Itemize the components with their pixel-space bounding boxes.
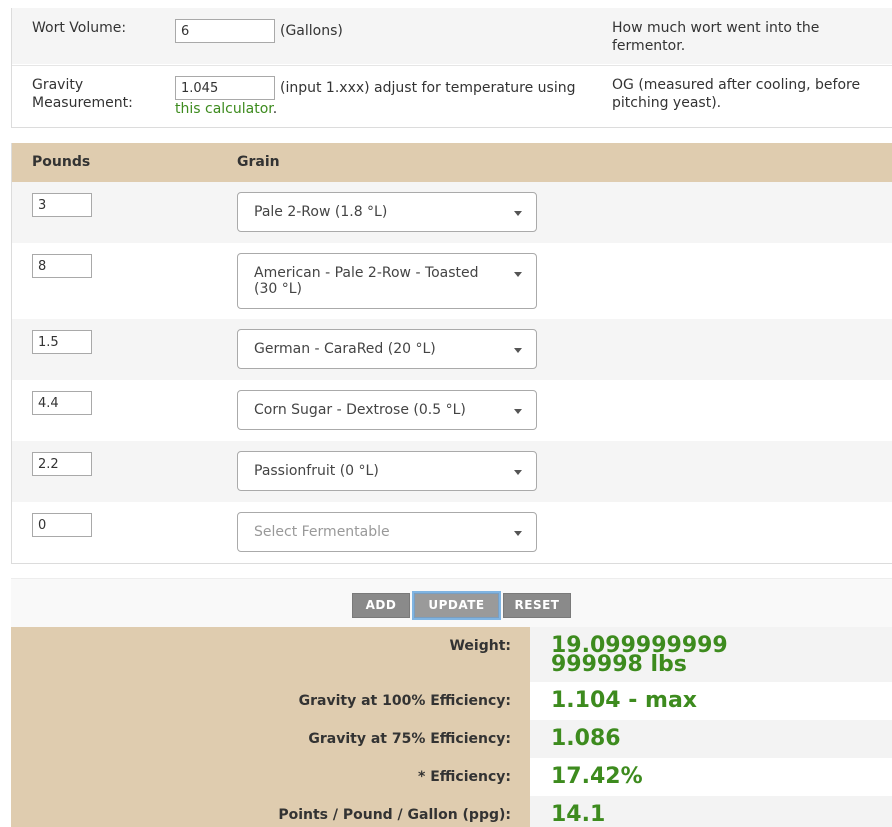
wort-volume-label: Wort Volume: (32, 20, 127, 36)
gravity-hint: (input 1.xxx) adjust for temperature usi… (280, 80, 576, 96)
wort-volume-input[interactable] (175, 19, 275, 43)
grain-bill-table: Pounds Grain Pale 2-Row (1.8 °L) America… (11, 143, 892, 564)
temperature-calculator-link[interactable]: this calculator (175, 101, 273, 117)
fermentable-select-value: Corn Sugar - Dextrose (0.5 °L) (254, 402, 466, 418)
fermentable-select-value: German - CaraRed (20 °L) (254, 341, 436, 357)
grain-column-header: Grain (237, 154, 280, 170)
calculator-link-suffix: . (272, 101, 278, 117)
chevron-down-icon (514, 409, 522, 414)
update-button[interactable]: UPDATE (414, 593, 499, 618)
pounds-input[interactable] (32, 254, 92, 278)
efficiency-label: * Efficiency: (418, 769, 511, 785)
gravity-100-label: Gravity at 100% Efficiency: (298, 693, 511, 709)
wort-volume-description: How much wort went into the fermentor. (612, 20, 820, 54)
grain-row: Corn Sugar - Dextrose (0.5 °L) (12, 380, 892, 441)
results-table: Weight: 19.099999999999998 lbs Gravity a… (11, 627, 892, 827)
gravity-description: OG (measured after cooling, before pitch… (612, 77, 861, 111)
gravity-75-value: 1.086 (551, 726, 621, 751)
wort-volume-unit: (Gallons) (280, 23, 343, 39)
efficiency-value: 17.42% (551, 764, 643, 789)
pounds-input[interactable] (32, 193, 92, 217)
fermentable-select-placeholder: Select Fermentable (254, 524, 390, 540)
fermentable-select-value: Passionfruit (0 °L) (254, 463, 379, 479)
reset-button[interactable]: RESET (503, 593, 571, 618)
chevron-down-icon (514, 348, 522, 353)
calculator-link-wrap: this calculator. (175, 101, 277, 117)
wort-volume-row: Wort Volume: (Gallons) How much wort wen… (12, 8, 892, 64)
gravity-label-line1: Gravity (32, 77, 84, 93)
grain-row: Select Fermentable (12, 502, 892, 563)
ppg-label: Points / Pound / Gallon (ppg): (278, 807, 511, 823)
pounds-column-header: Pounds (32, 154, 91, 170)
fermentable-select-value: Pale 2-Row (1.8 °L) (254, 204, 388, 220)
pounds-input[interactable] (32, 452, 92, 476)
fermentable-select[interactable]: German - CaraRed (20 °L) (237, 329, 537, 369)
pounds-input[interactable] (32, 513, 92, 537)
grain-row: American - Pale 2-Row - Toasted (30 °L) (12, 243, 892, 319)
chevron-down-icon (514, 272, 522, 277)
chevron-down-icon (514, 531, 522, 536)
gravity-measurement-row: Gravity Measurement: (input 1.xxx) adjus… (12, 65, 892, 127)
fermentable-select[interactable]: Passionfruit (0 °L) (237, 451, 537, 491)
fermentable-select[interactable]: Pale 2-Row (1.8 °L) (237, 192, 537, 232)
pounds-input[interactable] (32, 330, 92, 354)
gravity-100-value: 1.104 - max (551, 688, 697, 713)
fermentable-select[interactable]: Select Fermentable (237, 512, 537, 552)
gravity-label-line2: Measurement: (32, 95, 133, 111)
weight-label: Weight: (449, 638, 511, 654)
ppg-value: 14.1 (551, 802, 606, 827)
add-button[interactable]: ADD (352, 593, 410, 618)
results-label-column (11, 627, 530, 827)
gravity-75-label: Gravity at 75% Efficiency: (308, 731, 511, 747)
grain-row: Pale 2-Row (1.8 °L) (12, 182, 892, 243)
grain-row: German - CaraRed (20 °L) (12, 319, 892, 380)
chevron-down-icon (514, 470, 522, 475)
weight-value: 19.099999999999998 lbs (551, 633, 728, 677)
pounds-input[interactable] (32, 391, 92, 415)
fermentable-select[interactable]: American - Pale 2-Row - Toasted (30 °L) (237, 253, 537, 309)
action-bar: ADD UPDATE RESET (11, 578, 892, 627)
grain-row: Passionfruit (0 °L) (12, 441, 892, 502)
chevron-down-icon (514, 211, 522, 216)
fermentable-select-value: American - Pale 2-Row - Toasted (30 °L) (254, 265, 479, 297)
gravity-input[interactable] (175, 76, 275, 100)
fermentable-select[interactable]: Corn Sugar - Dextrose (0.5 °L) (237, 390, 537, 430)
grain-table-header: Pounds Grain (12, 143, 892, 182)
brew-parameters-table: Wort Volume: (Gallons) How much wort wen… (11, 8, 892, 128)
